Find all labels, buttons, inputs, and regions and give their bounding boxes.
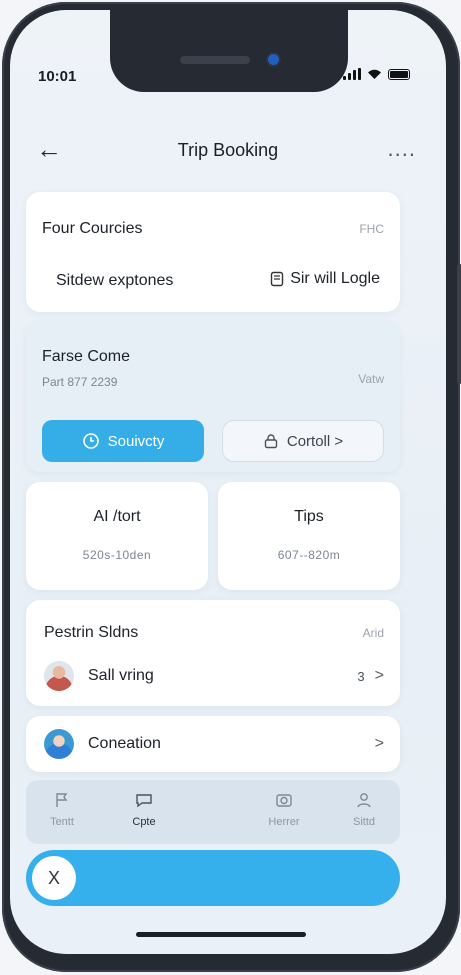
document-icon xyxy=(270,271,284,287)
secondary-action-label: Cortoll > xyxy=(286,432,344,450)
notch xyxy=(110,10,348,92)
close-button[interactable]: X xyxy=(32,856,76,900)
tab-herrer[interactable]: Herrer xyxy=(252,790,316,828)
section-title: Pestrin Sldns xyxy=(44,624,139,641)
section-add-link[interactable]: Arid xyxy=(363,626,384,640)
camera-icon xyxy=(276,794,292,807)
status-time: 10:01 xyxy=(38,68,77,85)
speaker xyxy=(180,56,250,64)
fare-card: Farse Come Part 877 2239 Vatw Souivcty C… xyxy=(26,322,400,472)
section-card: Pestrin Sldns Arid Sall vring 3 > xyxy=(26,600,400,706)
chevron-right-icon: > xyxy=(374,735,384,752)
front-camera xyxy=(268,54,279,65)
flag-icon xyxy=(56,793,68,807)
tab-bar: Tentt Cpte Herrer Sittd xyxy=(26,780,400,844)
tab-tentt[interactable]: Tentt xyxy=(30,790,94,828)
secondary-action-button[interactable]: Cortoll > xyxy=(222,420,384,462)
courses-code: FHC xyxy=(359,222,384,236)
list-item-label: Coneation xyxy=(88,735,161,752)
tab-label: Herrer xyxy=(268,816,300,828)
user-icon xyxy=(357,793,371,808)
chat-icon xyxy=(136,794,152,808)
courses-title: Four Courcies xyxy=(42,220,143,237)
tab-cpte[interactable]: Cpte xyxy=(112,790,176,828)
stat-title: AI /tort xyxy=(93,508,141,525)
option-two-label: Sir will Logle xyxy=(290,270,380,287)
chevron-right-icon: > xyxy=(374,667,384,684)
signal-icon xyxy=(343,68,361,80)
stat-value: 520s-10den xyxy=(82,548,152,562)
option-one[interactable]: Sitdew exptones xyxy=(56,272,173,290)
primary-action-label: Souivcty xyxy=(107,432,165,450)
stat-title: Tips xyxy=(294,508,324,525)
phone-frame: 10:01 ← Trip Booking .... Four Courcies … xyxy=(2,2,461,972)
fare-title: Farse Come xyxy=(42,348,131,365)
primary-action-button[interactable]: Souivcty xyxy=(42,420,204,462)
screen: 10:01 ← Trip Booking .... Four Courcies … xyxy=(10,10,446,954)
fare-subtitle: Part 877 2239 xyxy=(42,375,118,389)
clock-icon xyxy=(82,433,99,449)
courses-card: Four Courcies FHC Sitdew exptones Sir wi… xyxy=(26,192,400,312)
tab-label: Cpte xyxy=(132,816,156,828)
status-icons xyxy=(343,68,410,80)
avatar xyxy=(44,661,74,691)
fare-view-link[interactable]: Vatw xyxy=(358,372,384,386)
list-item[interactable]: Coneation > xyxy=(44,728,384,760)
stat-card-right[interactable]: Tips 607--820m xyxy=(218,482,400,590)
list-item[interactable]: Sall vring 3 > xyxy=(44,660,384,692)
battery-icon xyxy=(388,68,410,80)
list-item-label: Sall vring xyxy=(88,667,154,684)
wifi-icon xyxy=(368,69,381,79)
side-button xyxy=(457,264,461,384)
home-indicator xyxy=(136,932,306,937)
tab-label: Tentt xyxy=(50,816,74,828)
option-two[interactable]: Sir will Logle xyxy=(270,270,380,288)
lock-icon xyxy=(264,434,278,449)
tab-label: Sittd xyxy=(352,816,375,828)
list-item-count: 3 xyxy=(357,668,365,684)
more-options-icon[interactable]: .... xyxy=(388,136,416,162)
action-slider[interactable]: X xyxy=(26,850,400,906)
page-title: Trip Booking xyxy=(177,140,279,160)
stat-card-left[interactable]: AI /tort 520s-10den xyxy=(26,482,208,590)
tab-sittd[interactable]: Sittd xyxy=(332,790,396,828)
stat-value: 607--820m xyxy=(277,548,341,562)
connection-card: Coneation > xyxy=(26,716,400,772)
avatar xyxy=(44,729,74,759)
